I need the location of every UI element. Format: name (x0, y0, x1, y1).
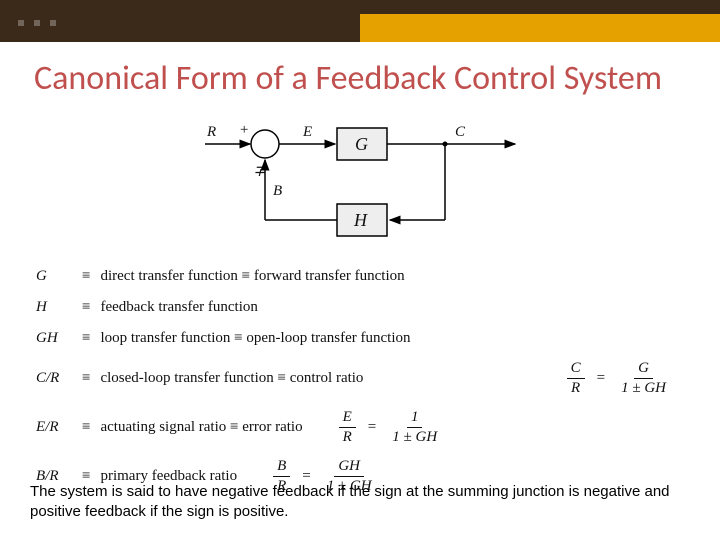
def-text: actuating signal ratio ≡ error ratio (100, 419, 302, 436)
def-symbol: C/R (36, 370, 72, 387)
equiv-sign: ≡ (82, 419, 90, 436)
block-diagram: R + ∓ E G C H B (195, 110, 525, 258)
def-row: H ≡ feedback transfer function (36, 299, 676, 316)
def-text: feedback transfer function (100, 299, 257, 316)
equiv-sign: ≡ (82, 299, 90, 316)
def-symbol: H (36, 299, 72, 316)
definitions-list: G ≡ direct transfer function ≡ forward t… (36, 268, 676, 494)
label-G: G (355, 134, 368, 154)
accent-dots (18, 20, 56, 26)
accent-dark (0, 14, 360, 42)
formula-CR: CR = G1 ± GH (561, 361, 676, 396)
def-row: G ≡ direct transfer function ≡ forward t… (36, 268, 676, 285)
equiv-sign: ≡ (82, 330, 90, 347)
page-title: Canonical Form of a Feedback Control Sys… (34, 60, 692, 98)
equiv-sign: ≡ (82, 370, 90, 387)
def-text: closed-loop transfer function ≡ control … (100, 370, 363, 387)
def-row: C/R ≡ closed-loop transfer function ≡ co… (36, 361, 676, 396)
accent-gold (360, 14, 720, 42)
signal-B: B (273, 183, 282, 199)
signal-C: C (455, 124, 466, 140)
def-row: E/R ≡ actuating signal ratio ≡ error rat… (36, 410, 676, 445)
equiv-sign: ≡ (82, 268, 90, 285)
def-symbol: E/R (36, 419, 72, 436)
footer-note: The system is said to have negative feed… (30, 482, 690, 523)
def-row: GH ≡ loop transfer function ≡ open-loop … (36, 330, 676, 347)
signal-E: E (302, 124, 312, 140)
def-symbol: G (36, 268, 72, 285)
def-text: direct transfer function ≡ forward trans… (100, 268, 404, 285)
def-text: loop transfer function ≡ open-loop trans… (100, 330, 410, 347)
summing-junction (251, 130, 279, 158)
header-strip-accent (0, 14, 720, 42)
signal-R: R (206, 124, 216, 140)
label-H: H (353, 210, 368, 230)
formula-ER: ER = 11 ± GH (333, 410, 448, 445)
def-symbol: GH (36, 330, 72, 347)
header-strip-top (0, 0, 720, 14)
plus-sign: + (239, 122, 249, 138)
